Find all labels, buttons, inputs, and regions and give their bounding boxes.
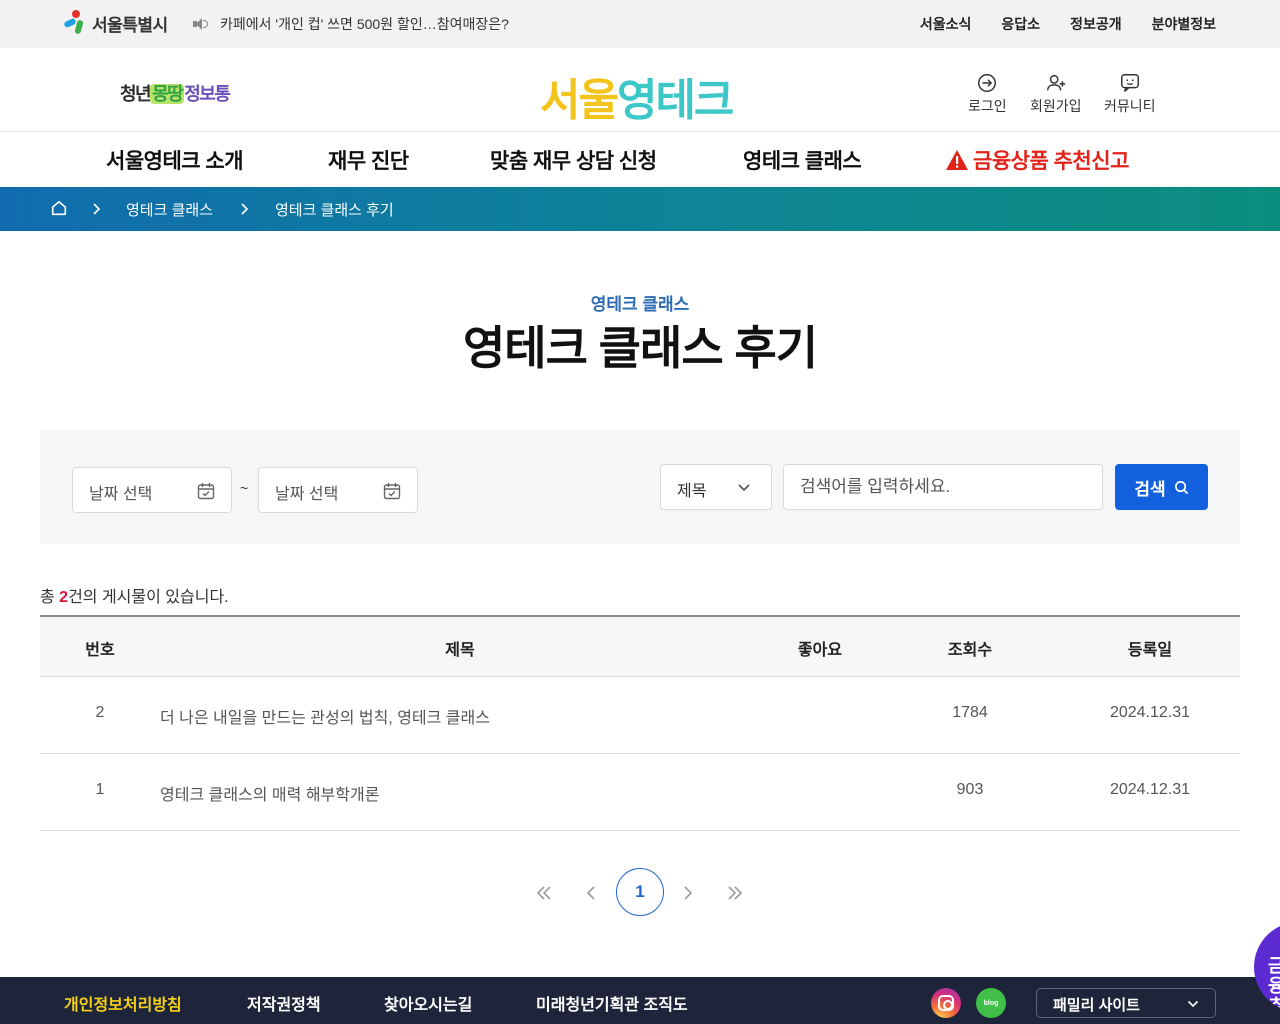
home-icon[interactable] — [50, 199, 68, 217]
login-button[interactable]: 로그인 — [968, 72, 1007, 116]
search-field-select[interactable]: 제목 — [660, 464, 772, 510]
date-separator: ~ — [240, 480, 249, 496]
col-header-title: 제목 — [445, 642, 475, 659]
col-header-date: 등록일 — [1127, 642, 1173, 659]
date-end-field[interactable]: 날짜 선택 — [258, 467, 418, 513]
row-no: 1 — [95, 781, 105, 798]
chat-smile-icon — [1120, 74, 1139, 92]
gov-top-bar: 서울특별시 카페에서 '개인 컵' 쓰면 500원 할인…참여매장은? 서울소식… — [0, 0, 1280, 48]
page-title: 영테크 클래스 후기 — [462, 322, 818, 374]
youth-info-logo-part1: 청년 — [120, 84, 152, 104]
login-label: 로그인 — [968, 98, 1007, 114]
search-input[interactable] — [783, 464, 1103, 510]
footer-org-chart-link[interactable]: 미래청년기획관 조직도 — [536, 991, 688, 1015]
chevron-down-icon — [738, 484, 750, 492]
table-row[interactable]: 1 영테크 클래스의 매력 해부학개론 903 2024.12.31 — [40, 754, 1240, 831]
chevron-right-icon — [241, 203, 249, 215]
site-footer: 개인정보처리방침 저작권정책 찾아오시는길 미래청년기획관 조직도 blog 패… — [0, 977, 1280, 1024]
nav-product-report-label: 금융상품 추천신고 — [973, 150, 1129, 173]
main-logo-part1: 서울 — [540, 76, 619, 125]
community-button[interactable]: 커뮤니티 — [1104, 72, 1156, 116]
nav-financial-diagnosis[interactable]: 재무 진단 — [328, 145, 409, 175]
row-title[interactable]: 더 나은 내일을 만드는 관성의 법칙, 영테크 클래스 — [160, 704, 760, 728]
first-page-icon[interactable] — [533, 882, 555, 904]
chevron-right-icon — [93, 203, 101, 215]
search-field-value: 제목 — [677, 483, 707, 500]
user-add-icon — [1046, 74, 1065, 91]
gov-links: 서울소식 응답소 정보공개 분야별정보 — [920, 14, 1216, 34]
signup-label: 회원가입 — [1030, 98, 1082, 114]
last-page-icon[interactable] — [724, 882, 746, 904]
next-page-icon[interactable] — [677, 882, 699, 904]
warning-icon — [946, 150, 968, 170]
row-views: 1784 — [952, 704, 988, 721]
breadcrumb-item-class[interactable]: 영테크 클래스 — [126, 199, 213, 220]
main-nav: 서울영테크 소개 재무 진단 맞춤 재무 상담 신청 영테크 클래스 금융상품 … — [0, 132, 1280, 187]
main-logo-part2: 영테크 — [616, 76, 734, 125]
row-date: 2024.12.31 — [1109, 781, 1191, 798]
row-views: 903 — [956, 781, 984, 798]
gov-link-field-info[interactable]: 분야별정보 — [1152, 14, 1216, 34]
row-title[interactable]: 영테크 클래스의 매력 해부학개론 — [160, 781, 760, 805]
nav-consult-apply[interactable]: 맞춤 재무 상담 신청 — [490, 145, 657, 175]
post-count: 총 2건의 게시물이 있습니다. — [40, 583, 229, 607]
seoul-city-logo[interactable]: 서울특별시 — [63, 10, 168, 36]
gov-link-eungdapso[interactable]: 응답소 — [1001, 14, 1040, 34]
date-start-placeholder: 날짜 선택 — [89, 486, 153, 503]
instagram-icon[interactable] — [931, 988, 961, 1018]
footer-copyright-link[interactable]: 저작권정책 — [247, 991, 321, 1015]
page-current[interactable]: 1 — [616, 868, 664, 916]
prev-page-icon[interactable] — [580, 882, 602, 904]
footer-directions-link[interactable]: 찾아오시는길 — [384, 991, 472, 1015]
post-count-number: 2 — [59, 589, 69, 606]
community-label: 커뮤니티 — [1104, 98, 1156, 114]
gov-notice-text[interactable]: 카페에서 '개인 컵' 쓰면 500원 할인…참여매장은? — [220, 14, 509, 34]
signup-button[interactable]: 회원가입 — [1030, 72, 1082, 116]
footer-privacy-link[interactable]: 개인정보처리방침 — [64, 991, 182, 1015]
seoul-symbol-icon — [63, 10, 88, 36]
date-start-field[interactable]: 날짜 선택 — [72, 467, 232, 513]
calendar-icon[interactable] — [197, 482, 215, 500]
family-site-select[interactable]: 패밀리 사이트 — [1036, 988, 1216, 1018]
youth-info-logo-part3: 정보통 — [184, 84, 231, 104]
login-icon — [978, 74, 997, 92]
blog-icon[interactable]: blog — [976, 988, 1006, 1018]
seoul-city-logo-text: 서울특별시 — [92, 15, 168, 35]
nav-product-report[interactable]: 금융상품 추천신고 — [945, 145, 1129, 175]
chevron-down-icon — [1187, 1000, 1199, 1008]
site-header: 청년 몽땅 정보통 서울영테크 로그인 회원가입 커뮤니티 — [0, 48, 1280, 132]
floating-badge-label: 금융 추천 — [1268, 956, 1280, 1012]
row-no: 2 — [95, 704, 105, 721]
search-button[interactable]: 검색 — [1115, 464, 1208, 510]
gov-notice[interactable]: 카페에서 '개인 컵' 쓰면 500원 할인…참여매장은? — [192, 14, 509, 34]
col-header-likes: 좋아요 — [797, 642, 843, 659]
pagination: 1 — [0, 868, 1280, 918]
date-end-placeholder: 날짜 선택 — [275, 486, 339, 503]
gov-link-open-info[interactable]: 정보공개 — [1070, 14, 1122, 34]
col-header-no: 번호 — [85, 642, 115, 659]
col-header-views: 조회수 — [947, 642, 993, 659]
breadcrumb: 영테크 클래스 영테크 클래스 후기 — [0, 187, 1280, 231]
search-button-label: 검색 — [1134, 479, 1166, 499]
nav-youngtech-class[interactable]: 영테크 클래스 — [743, 145, 862, 175]
family-site-label: 패밀리 사이트 — [1053, 997, 1140, 1014]
post-count-suffix: 건의 게시물이 있습니다. — [68, 589, 229, 606]
calendar-icon[interactable] — [383, 482, 401, 500]
breadcrumb-item-review[interactable]: 영테크 클래스 후기 — [275, 199, 394, 220]
youth-info-logo[interactable]: 청년 몽땅 정보통 — [120, 80, 231, 106]
post-table: 번호 제목 좋아요 조회수 등록일 2 더 나은 내일을 만드는 관성의 법칙,… — [40, 615, 1240, 831]
gov-link-news[interactable]: 서울소식 — [920, 14, 972, 34]
row-date: 2024.12.31 — [1109, 704, 1191, 721]
speaker-icon — [192, 17, 208, 31]
table-row[interactable]: 2 더 나은 내일을 만드는 관성의 법칙, 영테크 클래스 1784 2024… — [40, 677, 1240, 754]
search-panel: 날짜 선택 ~ 날짜 선택 제목 검색 — [40, 430, 1240, 544]
search-icon — [1174, 480, 1188, 494]
post-count-prefix: 총 — [40, 589, 60, 606]
table-header: 번호 제목 좋아요 조회수 등록일 — [40, 617, 1240, 677]
youth-info-logo-part2: 몽땅 — [150, 84, 185, 104]
nav-intro[interactable]: 서울영테크 소개 — [106, 145, 244, 175]
seoul-youngtech-logo[interactable]: 서울영테크 — [540, 64, 734, 128]
